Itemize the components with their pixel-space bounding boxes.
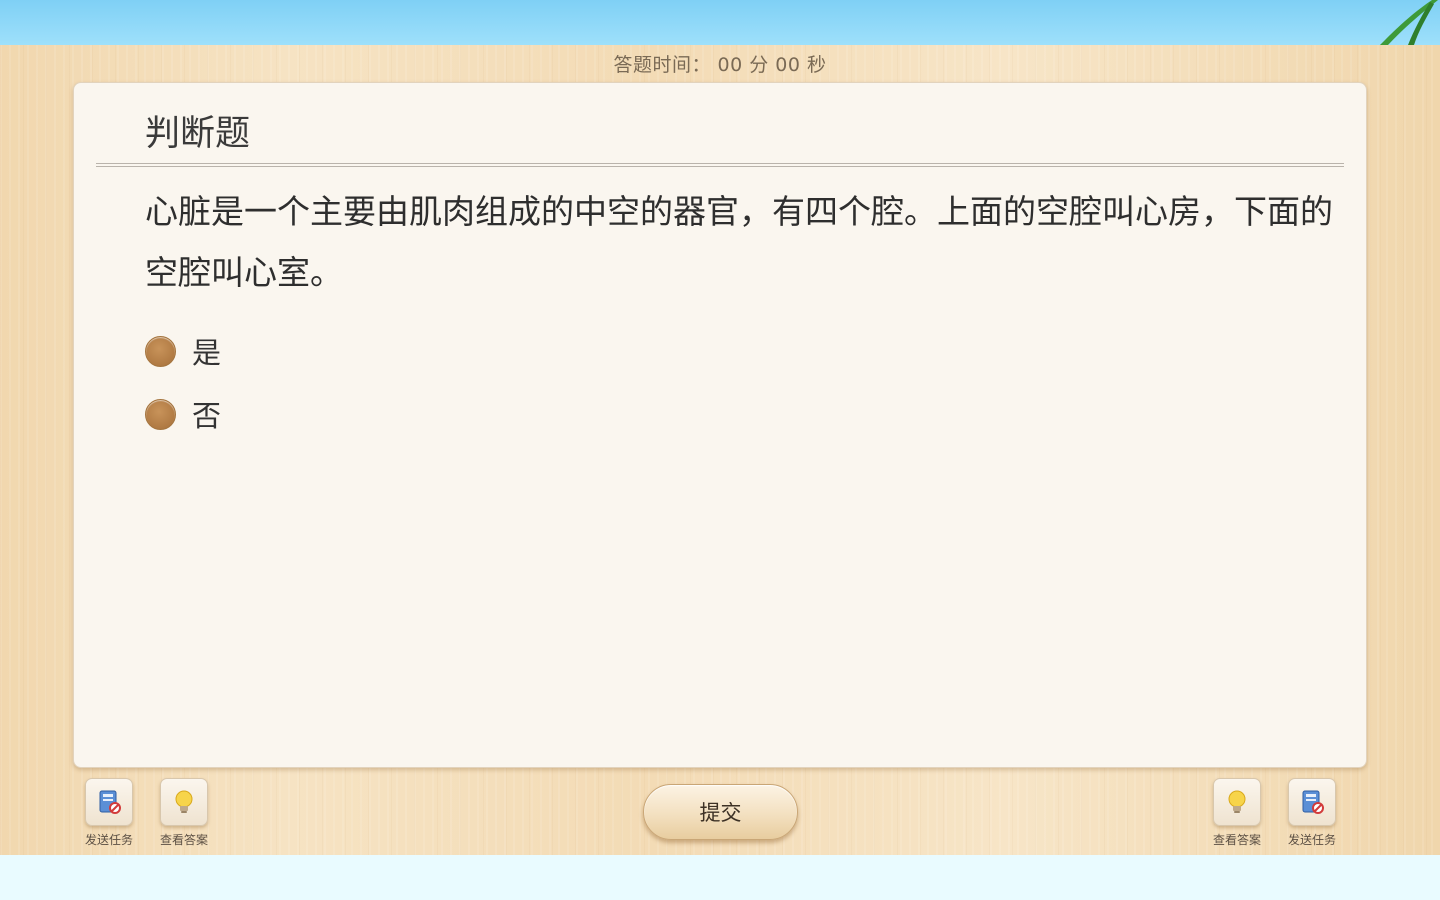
sky-banner xyxy=(0,0,1440,45)
timer-seconds: 00 xyxy=(775,54,801,76)
bottom-strip xyxy=(0,855,1440,900)
lightbulb-icon xyxy=(1228,790,1246,813)
question-type-title: 判断题 xyxy=(145,114,251,154)
send-task-icon xyxy=(99,790,121,814)
timer-minutes: 00 xyxy=(717,54,743,76)
question-card: 判断题 心脏是一个主要由肌肉组成的中空的器官，有四个腔。上面的空腔叫心房，下面的… xyxy=(73,82,1367,768)
submit-button[interactable]: 提交 xyxy=(643,784,798,840)
view-answer-button-right[interactable]: 查看答案 xyxy=(1207,778,1267,848)
view-answer-caption-left: 查看答案 xyxy=(159,833,208,847)
title-divider xyxy=(96,163,1344,167)
timer-seconds-unit: 秒 xyxy=(807,54,827,76)
option-no-label: 否 xyxy=(192,399,222,433)
option-no[interactable]: 否 xyxy=(145,393,221,435)
view-answer-caption-right: 查看答案 xyxy=(1212,833,1261,847)
bamboo-leaf-icon xyxy=(1380,0,1438,45)
radio-button-no[interactable] xyxy=(145,398,176,430)
lightbulb-icon xyxy=(175,790,193,813)
option-yes[interactable]: 是 xyxy=(145,330,221,372)
option-yes-label: 是 xyxy=(192,336,222,370)
question-text: 心脏是一个主要由肌肉组成的中空的器官，有四个腔。上面的空腔叫心房，下面的空腔叫心… xyxy=(145,192,1333,292)
timer-label: 答题时间： xyxy=(613,54,711,76)
send-task-caption-right: 发送任务 xyxy=(1287,833,1336,847)
send-task-caption-left: 发送任务 xyxy=(84,833,133,847)
timer-minutes-unit: 分 xyxy=(749,54,769,76)
answer-timer: 答题时间： 00 分 00 秒 xyxy=(0,50,1440,77)
send-task-icon xyxy=(1302,790,1324,814)
view-answer-button-left[interactable]: 查看答案 xyxy=(154,778,214,848)
send-task-button-left[interactable]: 发送任务 xyxy=(79,778,139,848)
send-task-button-right[interactable]: 发送任务 xyxy=(1282,778,1342,848)
radio-button-yes[interactable] xyxy=(145,335,176,367)
